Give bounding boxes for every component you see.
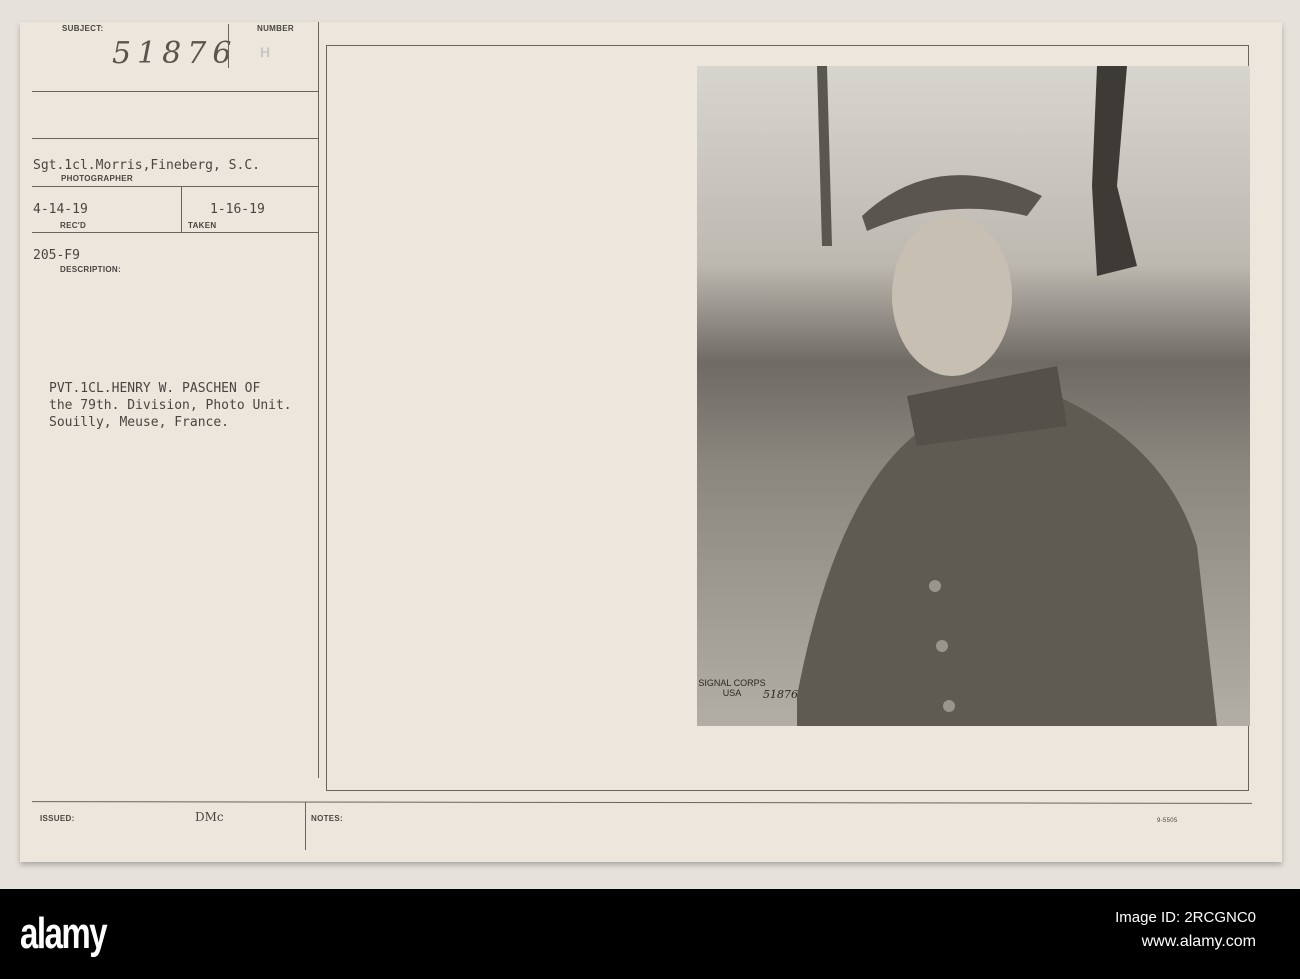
file-code: 205-F9 xyxy=(33,248,80,263)
watermark-banner: alamy Image ID: 2RCGNC0 www.alamy.com xyxy=(0,889,1300,979)
divider xyxy=(305,802,306,850)
signal-corps-stamp: SIGNAL CORPS USA xyxy=(698,678,766,698)
issued-label: ISSUED: xyxy=(40,814,75,823)
alamy-url[interactable]: www.alamy.com xyxy=(1142,933,1256,951)
description-line: the 79th. Division, Photo Unit. xyxy=(49,398,292,413)
divider xyxy=(32,138,318,139)
number-label: NUMBER xyxy=(257,24,294,33)
description-line: Souilly, Meuse, France. xyxy=(49,415,230,430)
taken-label: TAKEN xyxy=(188,221,217,230)
divider xyxy=(32,232,318,233)
photographer-value: Sgt.1cl.Morris,Fineberg, S.C. xyxy=(33,158,260,173)
divider xyxy=(32,186,318,187)
photographer-label: PHOTOGRAPHER xyxy=(61,174,133,183)
form-code: 9-5505 xyxy=(1157,818,1178,824)
portrait-photograph: SIGNAL CORPS USA 51876 xyxy=(697,66,1250,726)
taken-date: 1-16-19 xyxy=(210,202,265,217)
received-label: REC'D xyxy=(60,221,87,230)
alamy-logo: alamy xyxy=(20,909,108,958)
description-label: DESCRIPTION: xyxy=(60,265,121,274)
received-date: 4-14-19 xyxy=(33,202,88,217)
image-id: Image ID: 2RCGNC0 xyxy=(1115,909,1256,926)
description-text: PVT.1CL.HENRY W. PASCHEN OF the 79th. Di… xyxy=(49,380,292,431)
stamp-number: 51876 xyxy=(763,688,798,701)
subject-number-handwritten: 51876 xyxy=(112,36,238,71)
description-line: PVT.1CL.HENRY W. PASCHEN OF xyxy=(49,381,261,396)
divider xyxy=(31,801,1253,804)
issued-value: DMc xyxy=(195,810,224,824)
notes-label: NOTES: xyxy=(311,814,344,823)
soldier-portrait-image xyxy=(697,66,1250,726)
divider xyxy=(32,91,318,92)
number-stamp: H xyxy=(260,44,271,60)
divider xyxy=(318,22,319,778)
archival-record-card: SUBJECT: 51876 NUMBER H Sgt.1cl.Morris,F… xyxy=(20,22,1282,862)
subject-label: SUBJECT: xyxy=(62,24,104,33)
divider xyxy=(228,24,229,68)
divider xyxy=(181,186,182,232)
